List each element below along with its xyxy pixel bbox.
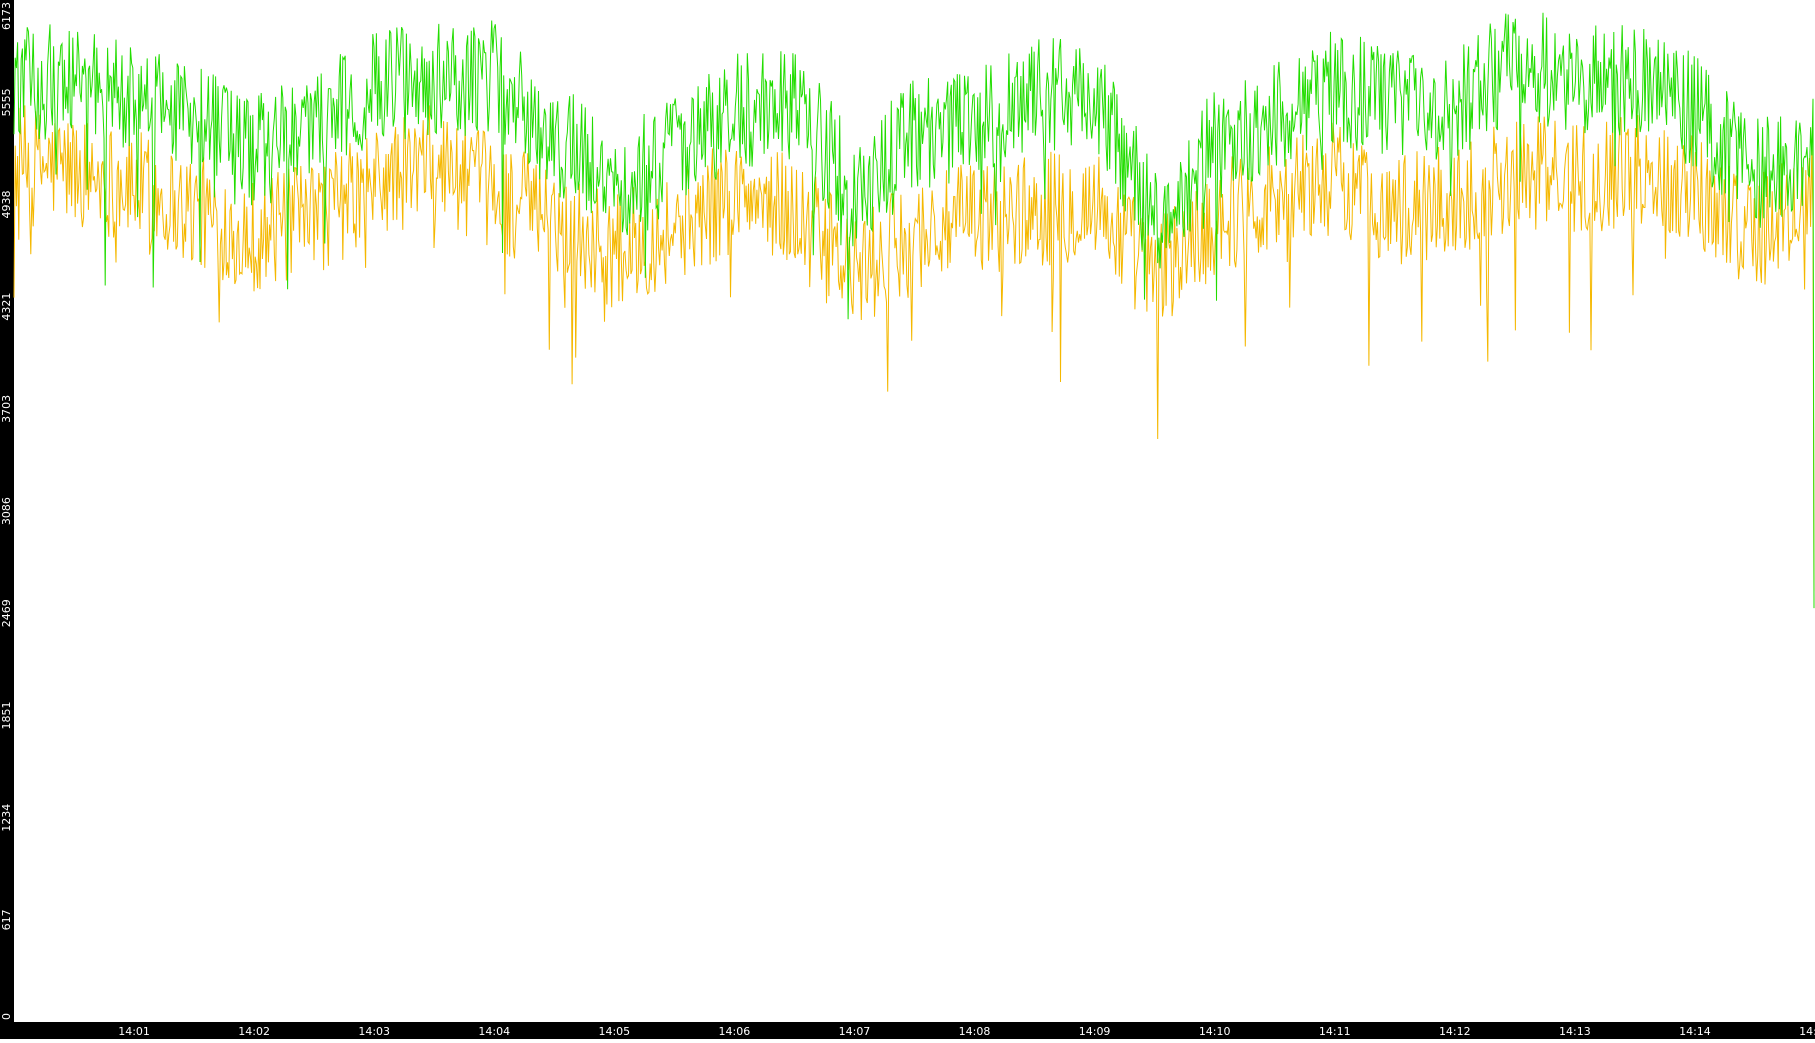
y-tick-label: 2469: [0, 599, 13, 627]
y-tick-label: 4938: [0, 190, 13, 218]
y-tick-label: 4321: [0, 293, 13, 321]
x-tick-labels: 14:01 14:02 14:03 14:04 14:05 14:06 14:07 14:08…: [118, 1025, 1815, 1038]
y-tick-label: 617: [0, 909, 13, 930]
x-tick-label: 14:06: [719, 1025, 751, 1038]
x-tick-label: 14:05: [598, 1025, 630, 1038]
x-tick-label: 14:02: [238, 1025, 270, 1038]
x-tick-label: 14:09: [1079, 1025, 1111, 1038]
x-tick-label: 14:12: [1439, 1025, 1471, 1038]
chart: 0 617 1234 1851 2469 3086 3703 4321 4938 5555 6173…: [0, 0, 1815, 1039]
x-tick-label: 14:01: [118, 1025, 150, 1038]
y-tick-label: 6173: [0, 2, 13, 30]
y-tick-label: 3086: [0, 497, 13, 525]
x-tick-label: 14:14: [1679, 1025, 1711, 1038]
x-tick-label: 14:07: [839, 1025, 871, 1038]
x-tick-label: 14:15: [1799, 1025, 1815, 1038]
line-chart: 0 617 1234 1851 2469 3086 3703 4321 4938 5555 6173…: [0, 0, 1815, 1039]
x-tick-label: 14:08: [959, 1025, 991, 1038]
x-tick-label: 14:13: [1559, 1025, 1591, 1038]
y-tick-label: 5555: [0, 88, 13, 116]
y-tick-label: 0: [0, 1013, 13, 1020]
x-axis-band: [0, 1022, 1815, 1039]
x-tick-label: 14:04: [478, 1025, 510, 1038]
x-tick-label: 14:10: [1199, 1025, 1231, 1038]
y-tick-label: 1234: [0, 804, 13, 832]
y-tick-label: 1851: [0, 702, 13, 730]
x-tick-label: 14:11: [1319, 1025, 1351, 1038]
x-tick-label: 14:03: [358, 1025, 390, 1038]
y-tick-label: 3703: [0, 395, 13, 423]
